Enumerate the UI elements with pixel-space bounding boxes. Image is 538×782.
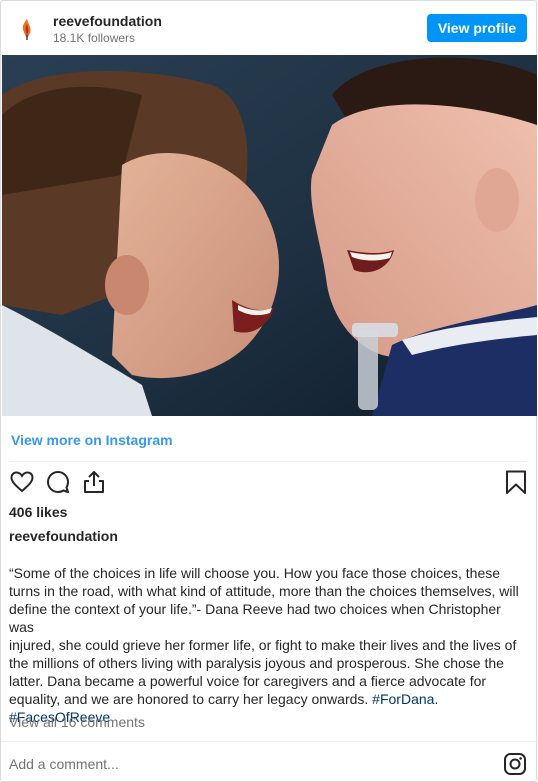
caption-line: injured, she could grieve her former lif… <box>9 637 517 653</box>
share-icon <box>84 471 104 493</box>
caption-line: “Some of the choices in life will choose… <box>9 565 501 581</box>
post-photo[interactable] <box>2 55 537 416</box>
comment-icon <box>47 471 69 493</box>
avatar[interactable] <box>13 15 41 43</box>
account-handle[interactable]: reevefoundation <box>53 13 162 29</box>
heart-icon <box>10 471 34 493</box>
save-button[interactable] <box>503 469 529 495</box>
instagram-icon <box>504 753 526 775</box>
add-comment-input[interactable]: Add a comment... <box>9 756 119 772</box>
instagram-embed-card: reevefoundation 18.1K followers View pro… <box>0 0 538 782</box>
caption-line: turns in the road, with what kind of att… <box>9 583 519 599</box>
caption-punctuation: . <box>434 691 439 707</box>
caption-line: equality, and we are honored to carry he… <box>9 690 529 708</box>
flame-icon <box>22 19 31 40</box>
view-more-link[interactable]: View more on Instagram <box>11 432 173 448</box>
caption-line: define the context of your life.”- Dana … <box>9 601 501 635</box>
bookmark-icon <box>506 470 526 494</box>
caption-line: the millions of others living with paral… <box>9 655 504 671</box>
post-header: reevefoundation 18.1K followers View pro… <box>1 1 538 55</box>
caption-line: latter. Dana became a powerful voice for… <box>9 673 487 689</box>
post-image <box>2 55 537 416</box>
share-button[interactable] <box>81 469 107 495</box>
divider <box>1 741 538 742</box>
divider <box>9 461 527 462</box>
caption-text: “Some of the choices in life will choose… <box>9 564 529 726</box>
instagram-logo-button[interactable] <box>503 752 527 776</box>
follower-count: 18.1K followers <box>53 31 136 45</box>
comment-button[interactable] <box>45 469 71 495</box>
hashtag-link[interactable]: #ForDana <box>372 691 434 707</box>
view-comments-link[interactable]: View all 16 comments <box>9 714 145 730</box>
like-button[interactable] <box>9 469 35 495</box>
view-profile-button[interactable]: View profile <box>427 14 527 42</box>
caption-line-text: equality, and we are honored to carry he… <box>9 691 373 707</box>
caption-author[interactable]: reevefoundation <box>9 528 118 544</box>
like-count[interactable]: 406 likes <box>9 504 67 520</box>
